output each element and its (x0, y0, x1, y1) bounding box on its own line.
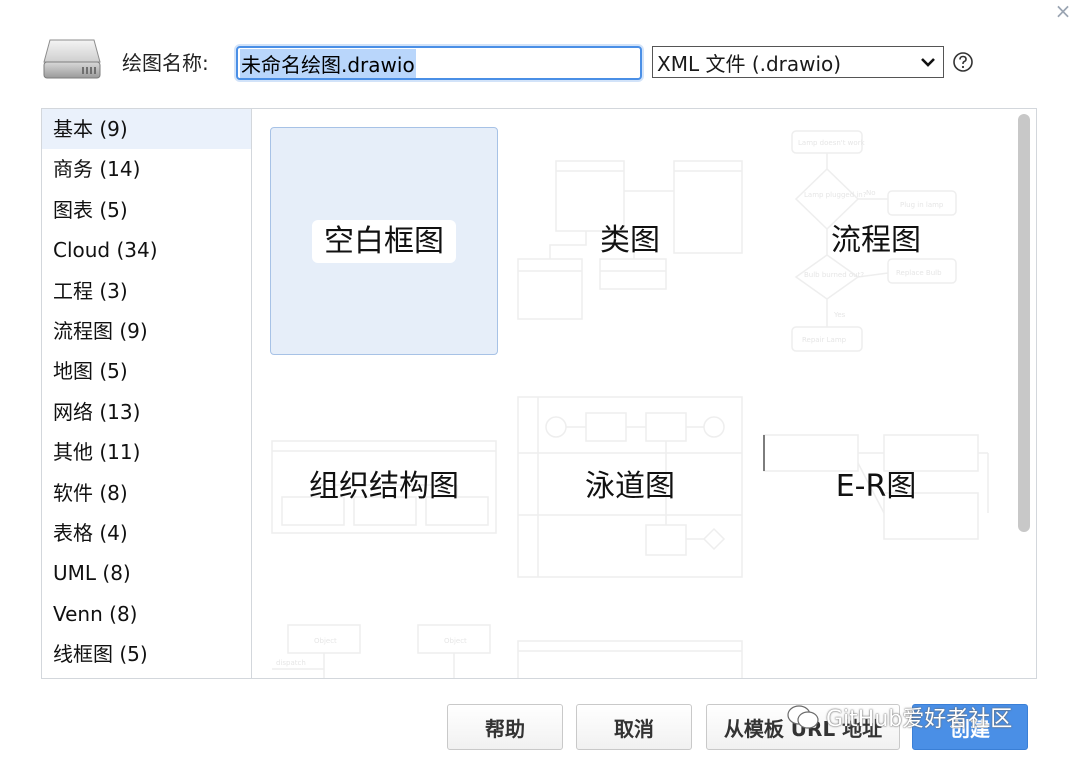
category-item-maps[interactable]: 地图 (5) (42, 351, 251, 391)
flow-text-repair: Repair Lamp (802, 336, 847, 344)
template-tile-org-chart[interactable]: 组织结构图 (270, 373, 498, 601)
category-item-other[interactable]: 其他 (11) (42, 432, 251, 472)
flow-text-bulb: Bulb burned out? (804, 271, 864, 279)
category-list: 基本 (9) 商务 (14) 图表 (5) Cloud (34) 工程 (3) … (41, 108, 251, 679)
filename-value: 未命名绘图.drawio (240, 48, 416, 78)
template-tile-flowchart[interactable]: Lamp doesn't work Lamp plugged in? Plug … (762, 127, 990, 355)
category-item-software[interactable]: 软件 (8) (42, 473, 251, 513)
template-tile-swimlane[interactable]: 泳道图 (516, 373, 744, 601)
cancel-button[interactable]: 取消 (576, 704, 692, 750)
flow-text-plugged: Lamp plugged in? (804, 191, 867, 199)
template-scrollbar[interactable] (1018, 114, 1030, 532)
category-item-basic[interactable]: 基本 (9) (42, 109, 251, 150)
category-item-tables[interactable]: 表格 (4) (42, 513, 251, 553)
category-item-wireframes[interactable]: 线框图 (5) (42, 634, 251, 674)
template-label: 泳道图 (585, 469, 675, 504)
flow-text-lamp: Lamp doesn't work (798, 139, 866, 147)
category-item-uml[interactable]: UML (8) (42, 553, 251, 593)
category-item-network[interactable]: 网络 (13) (42, 392, 251, 432)
help-button[interactable]: 帮助 (447, 704, 563, 750)
partial-text-object-1: Object (314, 637, 337, 645)
flow-text-yes: Yes (833, 311, 846, 319)
filename-label: 绘图名称: (122, 51, 209, 75)
template-tile-blank[interactable]: 空白框图 (270, 127, 498, 355)
category-item-business[interactable]: 商务 (14) (42, 149, 251, 189)
file-format-select[interactable]: XML 文件 (.drawio) (652, 46, 944, 78)
template-tile-class-diagram[interactable]: 类图 (516, 127, 744, 355)
template-label: 空白框图 (312, 220, 456, 263)
partial-template-row: Object Object dispatch (272, 624, 743, 678)
category-item-flowchart[interactable]: 流程图 (9) (42, 311, 251, 351)
category-item-charts[interactable]: 图表 (5) (42, 190, 251, 230)
new-diagram-dialog: × 绘图名称: 未命名绘图.drawio XML 文件 (.drawio) 基本… (0, 0, 1080, 764)
wechat-icon (787, 705, 819, 729)
partial-text-object-2: Object (444, 637, 467, 645)
category-item-venn[interactable]: Venn (8) (42, 594, 251, 634)
template-label: 流程图 (831, 223, 921, 258)
watermark: GitHub爱好者社区 (786, 700, 1012, 734)
flow-text-replace: Replace Bulb (896, 269, 942, 277)
template-label: 类图 (600, 223, 660, 258)
watermark-text: GitHub爱好者社区 (826, 707, 1013, 732)
flow-text-no: No (866, 189, 876, 197)
category-item-engineering[interactable]: 工程 (3) (42, 271, 251, 311)
partial-text-dispatch: dispatch (276, 659, 306, 667)
chevron-down-icon (917, 51, 939, 73)
file-format-value: XML 文件 (.drawio) (657, 51, 842, 76)
flow-text-plug: Plug in lamp (900, 201, 944, 209)
help-circle-icon[interactable] (952, 51, 974, 73)
category-item-cloud[interactable]: Cloud (34) (42, 230, 251, 270)
template-label: E-R图 (835, 469, 917, 504)
hard-drive-icon (42, 34, 102, 82)
close-icon[interactable]: × (1052, 0, 1074, 22)
template-tile-er-diagram[interactable]: E-R图 (762, 373, 990, 601)
template-gallery: 空白框图 类图 Lamp doesn't work Lamp plugged i… (251, 108, 1037, 679)
filename-input[interactable]: 未命名绘图.drawio (236, 46, 642, 80)
template-label: 组织结构图 (309, 469, 459, 504)
